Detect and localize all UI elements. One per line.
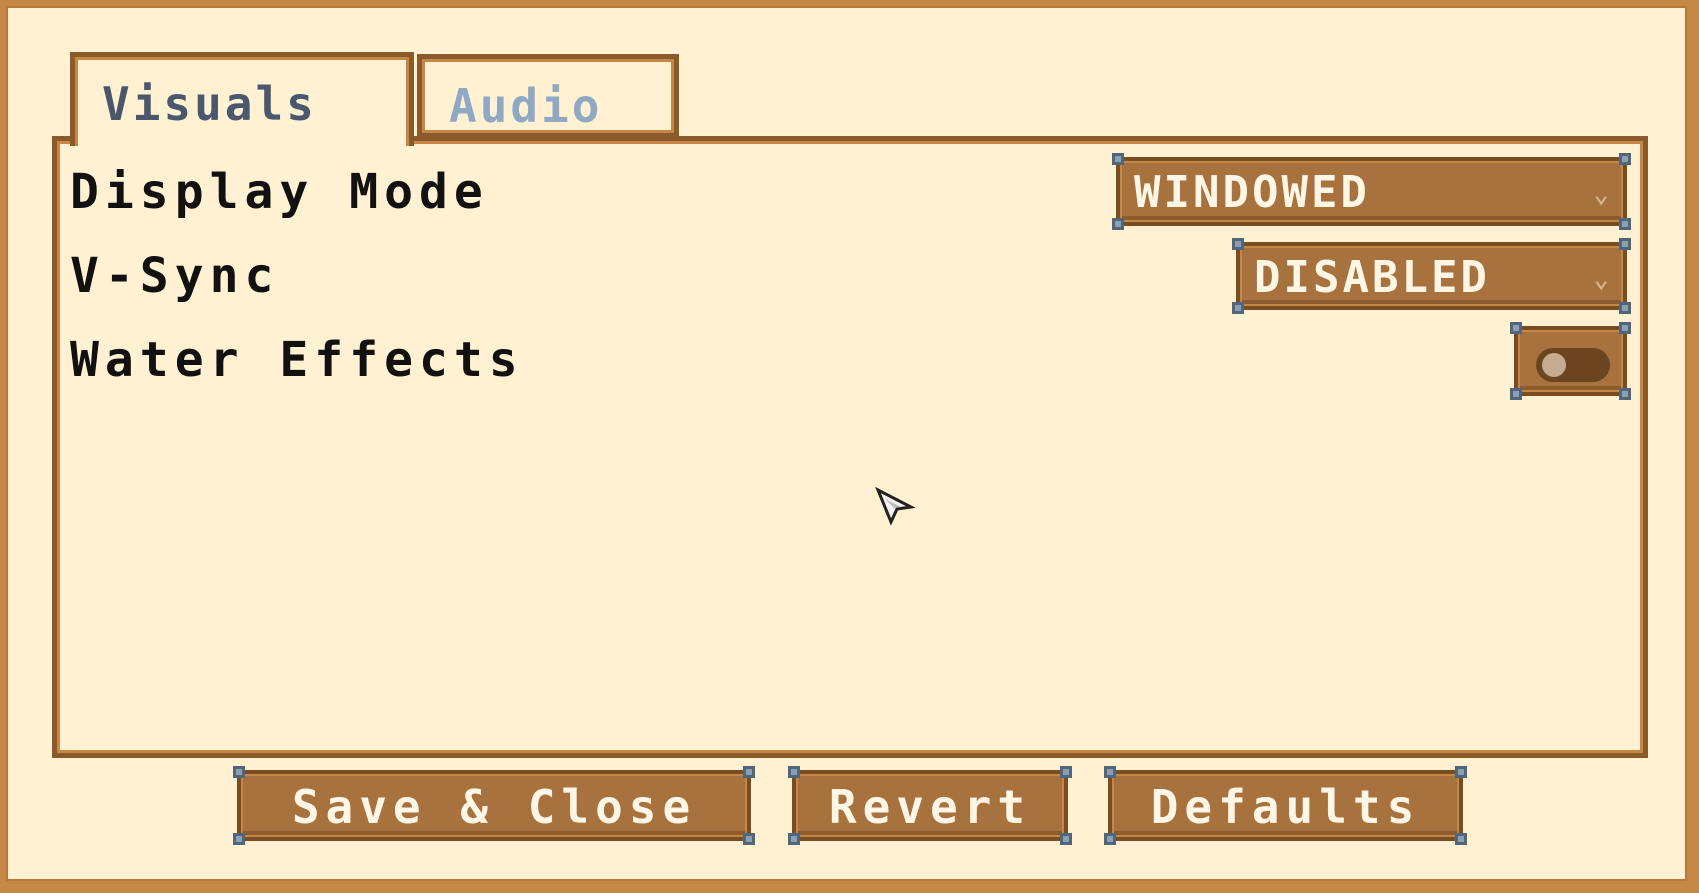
corner-rivet [1619, 153, 1631, 165]
corner-rivet [1510, 322, 1522, 334]
corner-rivet [1060, 766, 1072, 778]
save-close-button[interactable]: Save & Close [233, 766, 755, 845]
corner-rivet [788, 833, 800, 845]
corner-rivet [1232, 302, 1244, 314]
revert-label: Revert [828, 780, 1032, 834]
water-effects-toggle[interactable] [1510, 322, 1631, 400]
corner-rivet [1619, 238, 1631, 250]
chevron-down-icon: ⌄ [1593, 264, 1609, 294]
corner-rivet [1112, 218, 1124, 230]
tab-audio[interactable]: Audio [417, 54, 679, 138]
tab-visuals-label: Visuals [102, 77, 317, 131]
corner-rivet [1232, 238, 1244, 250]
corner-rivet [233, 833, 245, 845]
water-effects-label: Water Effects [70, 332, 524, 388]
mouse-cursor-icon [875, 487, 915, 526]
active-tab-joint [78, 132, 406, 146]
defaults-button[interactable]: Defaults [1104, 766, 1467, 845]
corner-rivet [788, 766, 800, 778]
save-close-label: Save & Close [291, 780, 697, 834]
corner-rivet [1619, 388, 1631, 400]
corner-rivet [1619, 322, 1631, 334]
revert-button[interactable]: Revert [788, 766, 1072, 845]
display-mode-value: WINDOWED [1134, 167, 1370, 218]
display-mode-dropdown[interactable]: WINDOWED ⌄ [1112, 153, 1631, 230]
corner-rivet [743, 833, 755, 845]
vsync-dropdown[interactable]: DISABLED ⌄ [1232, 238, 1631, 314]
corner-rivet [1455, 766, 1467, 778]
corner-rivet [1104, 833, 1116, 845]
corner-rivet [1619, 218, 1631, 230]
corner-rivet [743, 766, 755, 778]
toggle-knob [1542, 353, 1566, 377]
display-mode-label: Display Mode [70, 164, 489, 220]
corner-rivet [1510, 388, 1522, 400]
corner-rivet [1455, 833, 1467, 845]
settings-panel [52, 136, 1648, 758]
corner-rivet [1619, 302, 1631, 314]
tab-audio-label: Audio [449, 79, 603, 133]
vsync-value: DISABLED [1254, 252, 1490, 303]
chevron-down-icon: ⌄ [1593, 179, 1609, 209]
corner-rivet [1112, 153, 1124, 165]
vsync-label: V-Sync [70, 248, 280, 304]
corner-rivet [1060, 833, 1072, 845]
corner-rivet [1104, 766, 1116, 778]
toggle-track [1536, 348, 1610, 382]
corner-rivet [233, 766, 245, 778]
defaults-label: Defaults [1150, 780, 1421, 834]
